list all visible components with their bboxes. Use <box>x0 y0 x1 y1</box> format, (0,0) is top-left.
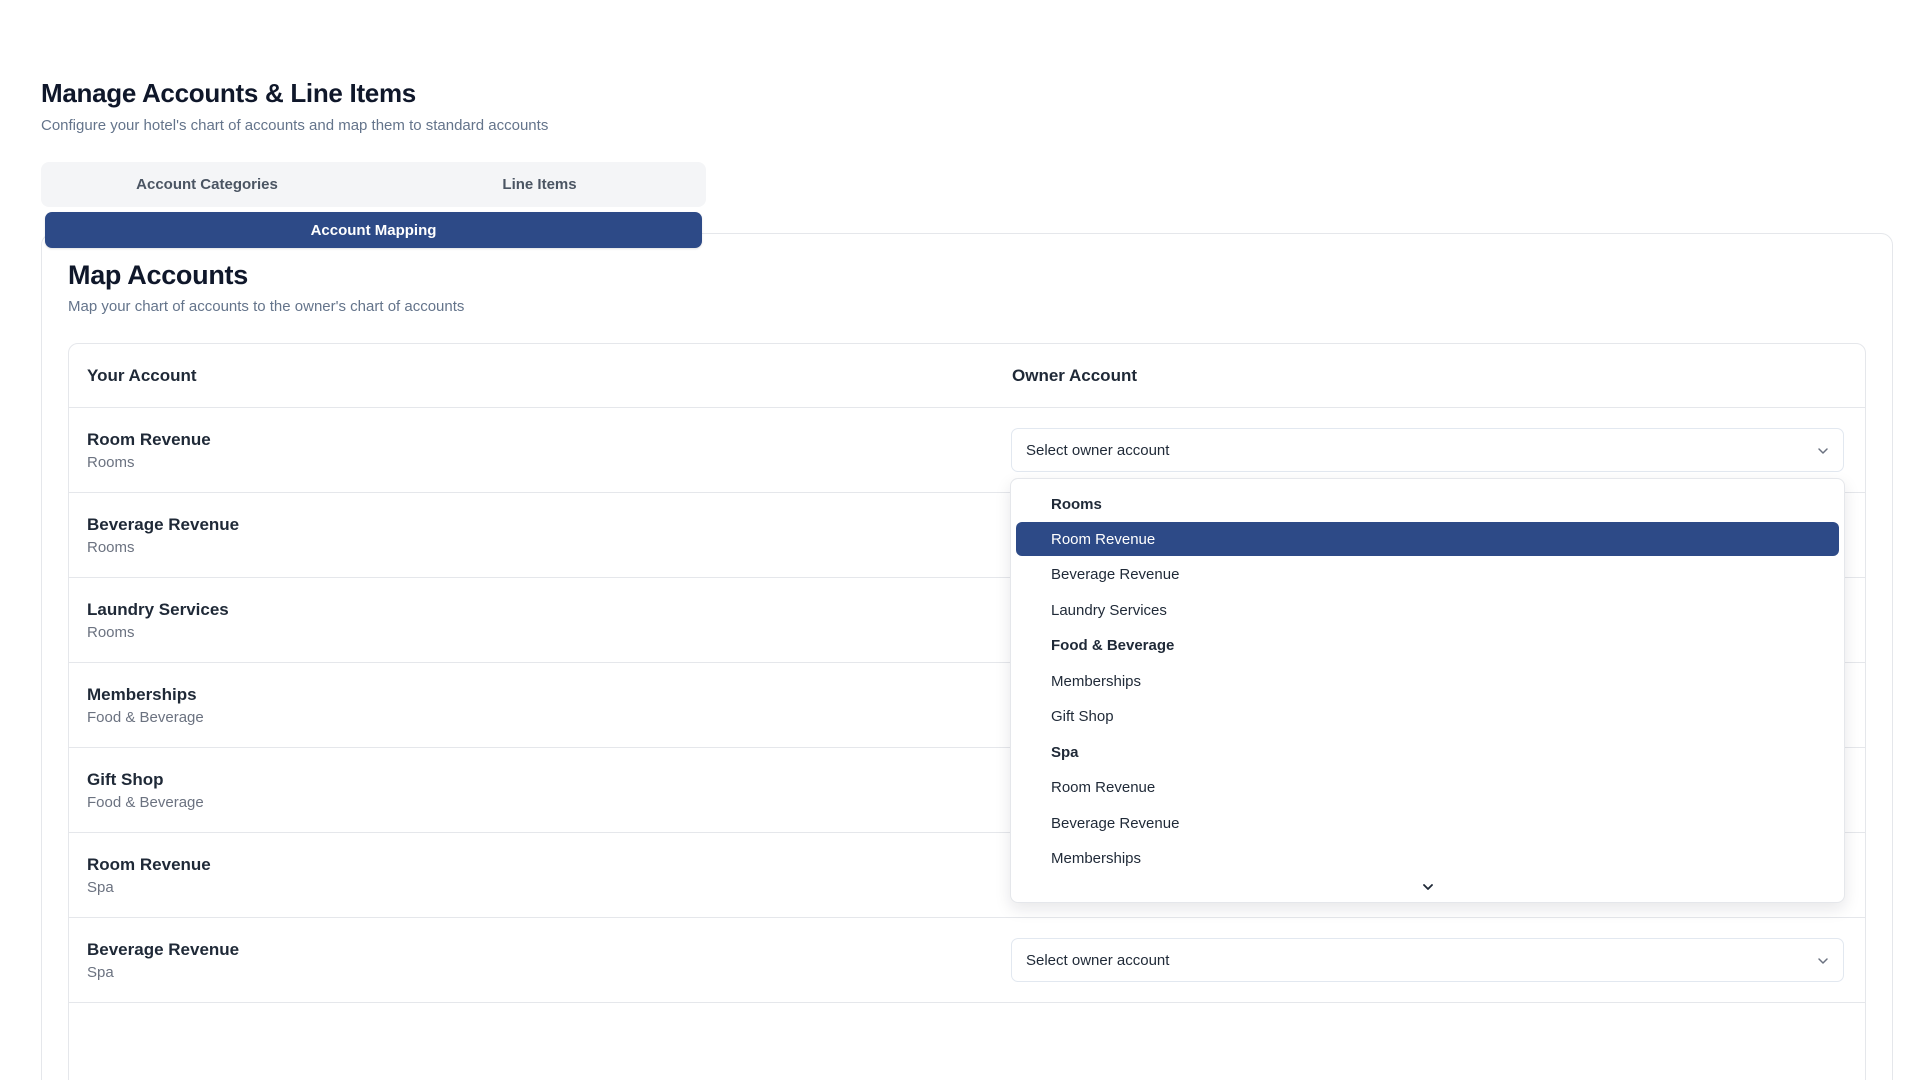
table-row: Beverage Revenue Spa Select owner accoun… <box>69 918 1865 1003</box>
dropdown-group-label: Rooms <box>1051 495 1102 513</box>
account-name: Room Revenue <box>87 855 211 874</box>
select-placeholder: Select owner account <box>1026 952 1170 969</box>
account-category: Rooms <box>87 539 135 556</box>
column-header-your-account: Your Account <box>87 366 197 385</box>
page-title: Manage Accounts & Line Items <box>41 78 416 108</box>
dropdown-scroll-down-button[interactable] <box>1011 872 1844 902</box>
dropdown-option[interactable]: Beverage Revenue <box>1016 806 1839 840</box>
dropdown-option[interactable]: Gift Shop <box>1016 699 1839 733</box>
account-category: Spa <box>87 879 114 896</box>
dropdown-option[interactable]: Room Revenue <box>1016 522 1839 556</box>
chevron-down-icon <box>1818 448 1828 454</box>
page-subtitle: Configure your hotel's chart of accounts… <box>41 117 549 134</box>
dropdown-option[interactable]: Beverage Revenue <box>1016 557 1839 591</box>
tab-list: Account Categories Line Items <box>41 162 706 207</box>
account-name: Beverage Revenue <box>87 515 240 534</box>
column-header-owner-account: Owner Account <box>1012 366 1137 385</box>
account-category: Food & Beverage <box>87 709 204 726</box>
page: Manage Accounts & Line Items Configure y… <box>0 0 1920 1080</box>
table-header: Your Account Owner Account <box>69 344 1865 408</box>
chevron-down-icon <box>1422 884 1433 890</box>
owner-account-dropdown: Rooms Room Revenue Beverage Revenue Laun… <box>1010 478 1845 903</box>
account-name: Gift Shop <box>87 770 164 789</box>
dropdown-option[interactable]: Memberships <box>1016 664 1839 698</box>
account-name: Laundry Services <box>87 600 229 619</box>
dropdown-group-label: Spa <box>1051 743 1079 761</box>
account-category: Rooms <box>87 624 135 641</box>
account-name: Beverage Revenue <box>87 940 240 959</box>
account-name: Memberships <box>87 685 197 704</box>
dropdown-option[interactable]: Memberships <box>1016 841 1839 875</box>
card-subtitle: Map your chart of accounts to the owner'… <box>68 298 465 315</box>
dropdown-group-label: Food & Beverage <box>1051 636 1175 654</box>
account-category: Spa <box>87 964 114 981</box>
tab-account-mapping[interactable]: Account Mapping <box>45 212 702 248</box>
select-placeholder: Select owner account <box>1026 442 1170 459</box>
tab-line-items[interactable]: Line Items <box>373 162 706 207</box>
chevron-down-icon <box>1818 958 1828 964</box>
dropdown-option[interactable]: Laundry Services <box>1016 593 1839 627</box>
owner-account-select[interactable]: Select owner account <box>1011 938 1844 982</box>
owner-account-select[interactable]: Select owner account <box>1011 428 1844 472</box>
account-name: Room Revenue <box>87 430 211 449</box>
account-category: Food & Beverage <box>87 794 204 811</box>
account-category: Rooms <box>87 454 135 471</box>
card-title: Map Accounts <box>68 260 248 290</box>
dropdown-option[interactable]: Room Revenue <box>1016 770 1839 804</box>
tab-account-categories[interactable]: Account Categories <box>41 162 373 207</box>
